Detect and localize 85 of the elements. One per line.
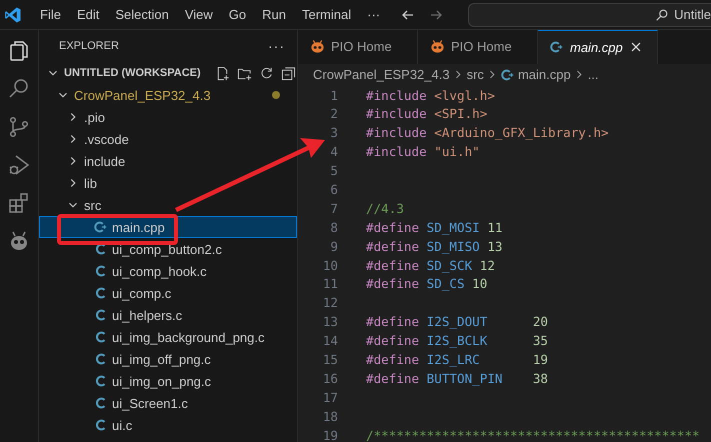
tree-item[interactable]: ui_comp_button2.c xyxy=(39,238,297,260)
code-line: #define SD_MOSI 11 xyxy=(366,220,503,235)
c-file-icon xyxy=(94,242,108,256)
c-file-icon xyxy=(94,352,108,366)
line-number: 1 xyxy=(329,88,338,103)
collapse-all-icon[interactable] xyxy=(280,66,296,80)
search-field[interactable]: Untitle xyxy=(468,2,711,26)
code-line: #include <lvgl.h> xyxy=(366,88,495,103)
c-file-icon xyxy=(94,286,108,300)
menu-item[interactable]: Selection xyxy=(107,7,177,22)
code-line: #define I2S_BCLK 35 xyxy=(366,333,548,348)
line-number: 12 xyxy=(322,295,338,310)
menu-item[interactable]: Run xyxy=(254,7,294,22)
breadcrumb-item[interactable]: src xyxy=(466,67,484,82)
line-number: 6 xyxy=(329,182,338,197)
menu-item[interactable]: Go xyxy=(220,7,254,22)
search-icon xyxy=(655,8,670,22)
tree-item[interactable]: .vscode xyxy=(39,128,297,150)
tree-item[interactable]: main.cpp xyxy=(39,216,297,238)
tree-item[interactable]: include xyxy=(39,150,297,172)
cpp-file-icon xyxy=(500,68,515,82)
menu-item[interactable]: View xyxy=(176,7,221,22)
alien-head-icon xyxy=(310,39,325,54)
tree-item[interactable]: ui_comp.c xyxy=(39,282,297,304)
line-number: 2 xyxy=(329,106,338,122)
c-file-icon xyxy=(94,308,108,322)
code-line: #define I2S_LRC 19 xyxy=(366,352,548,368)
tree-item[interactable]: ui_comp_hook.c xyxy=(39,260,297,282)
tree-item[interactable]: .pio xyxy=(39,106,297,128)
tree-item[interactable]: src xyxy=(39,194,297,216)
code-line: #include "ui.h" xyxy=(366,144,480,160)
c-file-icon xyxy=(94,264,108,278)
code-line: #include <SPI.h> xyxy=(366,106,488,122)
breadcrumb-item[interactable]: main.cpp xyxy=(518,67,571,82)
editor-tab[interactable]: PIO Home xyxy=(298,30,418,64)
more-menu-button[interactable]: ··· xyxy=(359,7,388,22)
tree-item[interactable]: ui_img_background_png.c xyxy=(39,326,297,348)
editor-tab[interactable]: main.cpp xyxy=(538,30,658,64)
code-line: #define SD_CS 10 xyxy=(366,276,488,292)
code-line: #define SD_MISO 13 xyxy=(366,238,503,254)
line-number: 14 xyxy=(322,333,338,348)
line-number: 4 xyxy=(329,144,338,160)
line-number: 10 xyxy=(322,258,338,273)
c-file-icon xyxy=(94,418,108,432)
c-file-icon xyxy=(94,374,108,388)
tree-item[interactable]: lib xyxy=(39,172,297,194)
line-number: 11 xyxy=(322,276,338,292)
c-file-icon xyxy=(94,330,108,344)
tree-item[interactable]: ui_helpers.c xyxy=(39,304,297,326)
line-number: 17 xyxy=(322,390,338,405)
breadcrumb-item[interactable]: CrowPanel_ESP32_4.3 xyxy=(313,67,450,82)
more-actions-button[interactable]: ··· xyxy=(268,38,285,54)
c-file-icon xyxy=(94,396,108,410)
sidebar-title: EXPLORER xyxy=(59,40,119,52)
code-line: #include <Arduino_GFX_Library.h> xyxy=(366,125,609,140)
code-line: #define BUTTON_PIN 38 xyxy=(366,370,548,386)
line-number: 7 xyxy=(329,200,338,216)
breadcrumb-item[interactable]: ... xyxy=(588,67,599,82)
menu-item[interactable]: Terminal xyxy=(294,7,360,22)
code-line: #define SD_SCK 12 xyxy=(366,258,495,273)
tree-item[interactable]: ui.c xyxy=(39,414,297,436)
tree-item[interactable]: CrowPanel_ESP32_4.3 xyxy=(39,84,297,106)
tree-item[interactable]: UNTITLED (WORKSPACE) xyxy=(39,62,297,84)
code-line: /******************************************* xyxy=(366,428,700,442)
app-logo-icon xyxy=(4,6,22,24)
alien-head-icon xyxy=(430,39,445,54)
menu-item[interactable]: File xyxy=(32,7,69,22)
menu-item[interactable]: Edit xyxy=(68,7,108,22)
line-number: 9 xyxy=(329,238,338,254)
code-line: //4.3 xyxy=(366,200,404,216)
code-line: #define I2S_DOUT 20 xyxy=(366,314,548,330)
cpp-file-icon xyxy=(550,40,564,54)
cpp-file-icon xyxy=(94,220,108,234)
line-number: 13 xyxy=(322,314,338,330)
line-number: 8 xyxy=(329,220,338,235)
tree-item[interactable]: ui_Screen1.c xyxy=(39,392,297,414)
line-number: 15 xyxy=(322,352,338,368)
line-number: 16 xyxy=(322,370,338,386)
line-number: 18 xyxy=(322,408,338,424)
refresh-icon[interactable] xyxy=(258,66,274,80)
line-number: 5 xyxy=(329,163,338,178)
line-number: 3 xyxy=(329,125,338,140)
tree-item[interactable]: ui_img_off_png.c xyxy=(39,348,297,370)
line-number: 19 xyxy=(322,428,338,442)
tree-item[interactable]: ui_img_on_png.c xyxy=(39,370,297,392)
